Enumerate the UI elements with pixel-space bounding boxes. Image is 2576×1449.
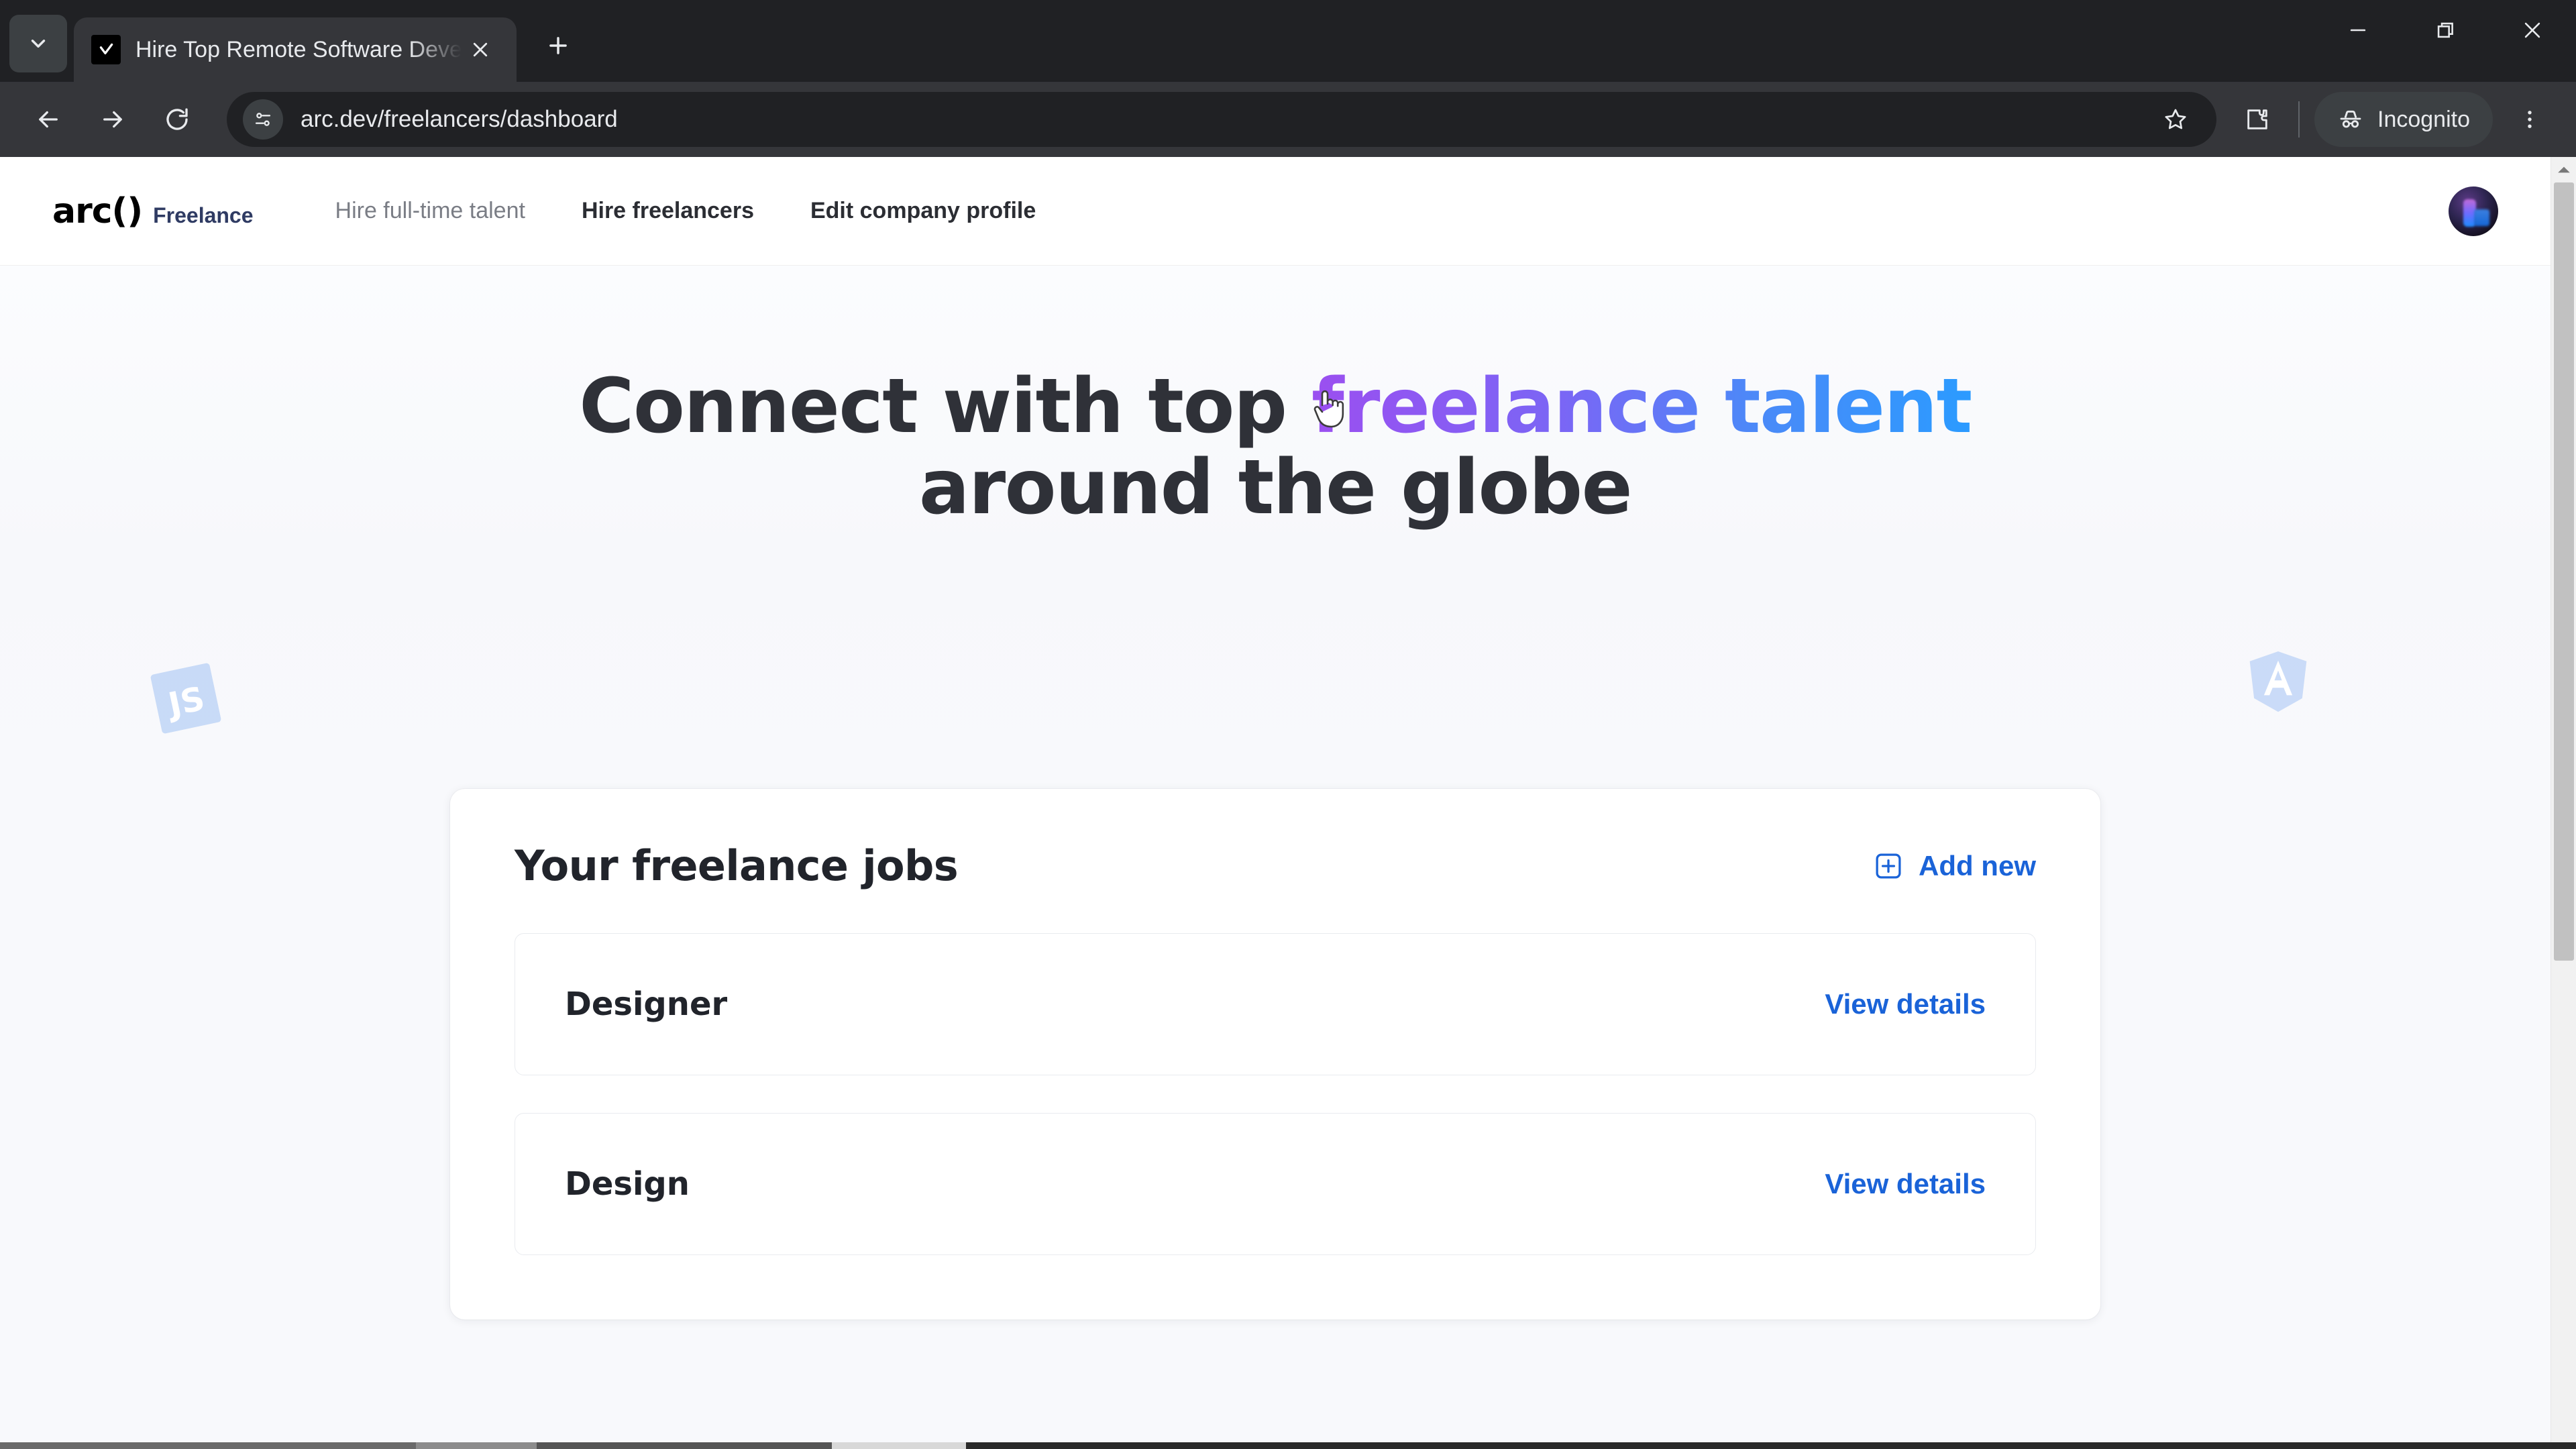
hero-heading-line2: around the globe [918,443,1633,531]
minimize-icon [2350,29,2366,32]
javascript-logo-icon: JS [150,663,221,734]
logo-mark: arc() [52,191,143,231]
add-new-label: Add new [1919,849,2036,881]
address-bar[interactable]: arc.dev/freelancers/dashboard [227,92,2216,147]
forward-arrow-icon [103,111,122,128]
incognito-hat-icon [2340,110,2361,128]
svg-text:JS: JS [163,680,208,724]
close-icon [2524,22,2540,38]
hero-heading-plain: Connect with top [579,363,1312,450]
site-settings-button[interactable] [243,99,283,140]
new-tab-button[interactable] [533,20,584,71]
three-dot-menu-icon [2528,111,2532,128]
scroll-up-button[interactable] [2551,157,2576,182]
browser-toolbar: arc.dev/freelancers/dashboard Incognito [0,82,2576,157]
arc-dashboard-page: arc() Freelance Hire full-time talent Hi… [0,157,2551,1442]
reload-icon [166,108,188,130]
back-arrow-icon [39,111,58,128]
scrollbar-track[interactable] [2551,182,2576,1442]
maximize-button[interactable] [2402,0,2489,60]
job-title: Designer [565,985,728,1023]
back-button[interactable] [16,87,80,152]
tab-strip: Hire Top Remote Software Deve [0,0,2576,82]
extensions-button[interactable] [2229,91,2286,148]
add-new-button[interactable]: Add new [1873,850,2036,882]
page-viewport: arc() Freelance Hire full-time talent Hi… [0,157,2576,1442]
job-title: Design [565,1165,690,1203]
view-details-link[interactable]: View details [1825,1168,1986,1200]
card-title: Your freelance jobs [515,841,959,890]
nav-hire-freelancers[interactable]: Hire freelancers [553,198,782,224]
tab-close-button[interactable] [462,31,499,68]
freelance-jobs-card: Your freelance jobs Add new Designer Vie… [450,789,2100,1320]
nav-hire-full-time-talent[interactable]: Hire full-time talent [307,198,553,224]
restore-icon [2437,22,2453,38]
incognito-indicator[interactable]: Incognito [2314,92,2493,147]
user-avatar[interactable] [2449,186,2498,236]
site-settings-icon [255,113,271,126]
plus-square-icon [1876,853,1901,878]
angular-logo-icon [2247,649,2309,715]
toolbar-divider [2298,101,2300,138]
arc-favicon [91,35,121,64]
star-icon [2165,109,2186,129]
jobs-card-wrapper: Your freelance jobs Add new Designer Vie… [0,789,2551,1442]
bookmark-button[interactable] [2147,91,2204,148]
url-text: arc.dev/freelancers/dashboard [301,106,618,132]
extensions-puzzle-icon [2247,109,2267,129]
view-details-link[interactable]: View details [1825,988,1986,1020]
plus-icon [549,37,567,54]
table-row[interactable]: Design View details [515,1113,2036,1255]
main-nav: Hire full-time talent Hire freelancers E… [307,198,1065,224]
tab-search-button[interactable] [9,15,67,72]
browser-window: Hire Top Remote Software Deve arc.dev/fr… [0,0,2576,1449]
chrome-menu-button[interactable] [2500,89,2560,150]
card-header: Your freelance jobs Add new [515,841,2036,890]
table-row[interactable]: Designer View details [515,933,2036,1075]
close-window-button[interactable] [2489,0,2576,60]
hero-heading-gradient: freelance talent [1311,363,1972,450]
arc-logo[interactable]: arc() Freelance [52,191,254,231]
chevron-up-icon [2557,166,2570,173]
minimize-button[interactable] [2314,0,2402,60]
logo-subtitle: Freelance [153,203,254,227]
incognito-label: Incognito [2377,106,2470,132]
chevron-down-icon [31,40,46,48]
omnibox-actions [2147,91,2204,148]
window-controls [2314,0,2576,82]
reload-button[interactable] [145,87,209,152]
hero-heading: Connect with top freelance talent around… [0,366,2551,529]
tab-title: Hire Top Remote Software Deve [136,36,462,62]
nav-edit-company-profile[interactable]: Edit company profile [782,198,1064,224]
taskbar-sliver [0,1442,2576,1449]
site-header: arc() Freelance Hire full-time talent Hi… [0,157,2551,266]
forward-button[interactable] [80,87,145,152]
scrollbar-thumb[interactable] [2553,182,2574,961]
hero-section: JS Connect with top freelance talent aro… [0,266,2551,1032]
browser-tab[interactable]: Hire Top Remote Software Deve [74,17,517,82]
close-icon [473,42,488,57]
page-scrollbar[interactable] [2551,157,2576,1442]
